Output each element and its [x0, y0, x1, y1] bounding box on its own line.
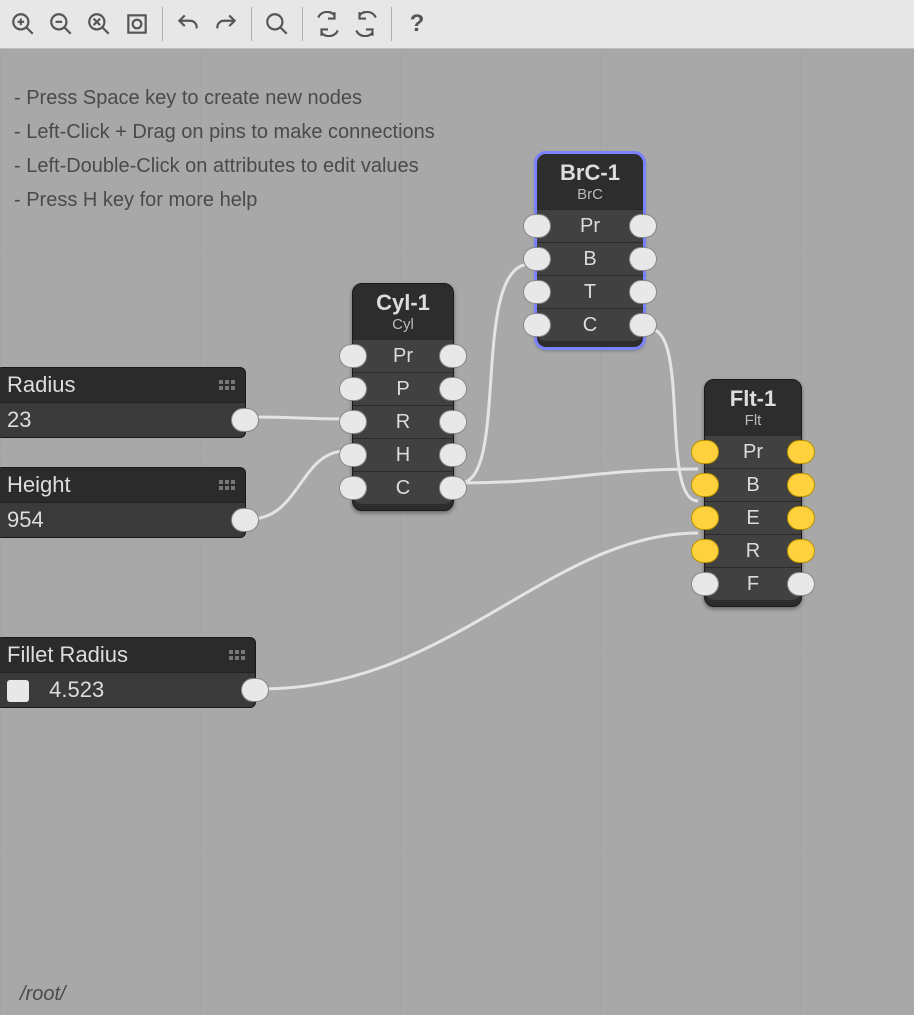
slider-knob-icon[interactable]: [7, 680, 29, 702]
pin-out[interactable]: [787, 506, 815, 530]
node-flt-title: Flt-1: [705, 380, 801, 412]
node-flt-row-pr[interactable]: Pr: [705, 435, 801, 468]
node-brc-row-c[interactable]: C: [537, 308, 643, 341]
node-cyl-subtitle: Cyl: [353, 316, 453, 339]
undo-icon[interactable]: [171, 7, 205, 41]
param-fillet-label: Fillet Radius: [7, 642, 128, 668]
param-height[interactable]: Height 954: [0, 467, 246, 538]
node-flt-row-b[interactable]: B: [705, 468, 801, 501]
pin-in[interactable]: [523, 313, 551, 337]
pin-in[interactable]: [339, 377, 367, 401]
pin-out[interactable]: [629, 247, 657, 271]
drag-grip-icon[interactable]: [219, 480, 235, 490]
param-fillet-out-pin[interactable]: [241, 678, 269, 702]
pin-out[interactable]: [439, 377, 467, 401]
pin-in[interactable]: [691, 440, 719, 464]
drag-grip-icon[interactable]: [219, 380, 235, 390]
node-cyl-title: Cyl-1: [353, 284, 453, 316]
param-height-out-pin[interactable]: [231, 508, 259, 532]
help-icon[interactable]: ?: [400, 7, 434, 41]
param-radius-label: Radius: [7, 372, 75, 398]
pin-in[interactable]: [339, 443, 367, 467]
param-height-label: Height: [7, 472, 71, 498]
pin-out[interactable]: [439, 443, 467, 467]
node-cyl-row-p[interactable]: P: [353, 372, 453, 405]
node-flt[interactable]: Flt-1 Flt Pr B E R F: [704, 379, 802, 607]
node-flt-row-f[interactable]: F: [705, 567, 801, 600]
node-brc-row-pr[interactable]: Pr: [537, 209, 643, 242]
refresh-up-icon[interactable]: [349, 7, 383, 41]
node-brc-subtitle: BrC: [537, 186, 643, 209]
node-brc[interactable]: BrC-1 BrC Pr B T C: [536, 153, 644, 348]
pin-in[interactable]: [523, 280, 551, 304]
pin-out[interactable]: [629, 214, 657, 238]
pin-in[interactable]: [523, 214, 551, 238]
node-cyl-row-r[interactable]: R: [353, 405, 453, 438]
param-radius[interactable]: Radius 23: [0, 367, 246, 438]
pin-in[interactable]: [691, 572, 719, 596]
node-brc-row-b[interactable]: B: [537, 242, 643, 275]
pin-in[interactable]: [691, 506, 719, 530]
param-height-value[interactable]: 954: [0, 502, 245, 537]
pin-out[interactable]: [787, 572, 815, 596]
search-icon[interactable]: [260, 7, 294, 41]
pin-out[interactable]: [787, 539, 815, 563]
node-flt-row-r[interactable]: R: [705, 534, 801, 567]
redo-icon[interactable]: [209, 7, 243, 41]
param-radius-out-pin[interactable]: [231, 408, 259, 432]
pin-out[interactable]: [629, 280, 657, 304]
pin-in[interactable]: [339, 476, 367, 500]
zoom-in-icon[interactable]: [6, 7, 40, 41]
pin-out[interactable]: [787, 440, 815, 464]
node-flt-row-e[interactable]: E: [705, 501, 801, 534]
param-fillet-value[interactable]: 4.523: [0, 672, 255, 707]
pin-out[interactable]: [439, 476, 467, 500]
pin-out[interactable]: [439, 410, 467, 434]
pin-in[interactable]: [523, 247, 551, 271]
node-cyl-row-pr[interactable]: Pr: [353, 339, 453, 372]
path-label: /root/: [20, 983, 66, 1006]
pin-out[interactable]: [629, 313, 657, 337]
node-cyl-row-c[interactable]: C: [353, 471, 453, 504]
node-cyl[interactable]: Cyl-1 Cyl Pr P R H C: [352, 283, 454, 511]
param-radius-value[interactable]: 23: [0, 402, 245, 437]
pin-in[interactable]: [339, 410, 367, 434]
zoom-fit-icon[interactable]: [120, 7, 154, 41]
node-cyl-row-h[interactable]: H: [353, 438, 453, 471]
help-text: Press Space key to create new nodes Left…: [14, 81, 435, 217]
pin-in[interactable]: [339, 344, 367, 368]
pin-out[interactable]: [787, 473, 815, 497]
node-flt-subtitle: Flt: [705, 412, 801, 435]
toolbar: ?: [0, 0, 914, 49]
node-canvas[interactable]: Press Space key to create new nodes Left…: [0, 49, 914, 1015]
drag-grip-icon[interactable]: [229, 650, 245, 660]
refresh-down-icon[interactable]: [311, 7, 345, 41]
node-brc-row-t[interactable]: T: [537, 275, 643, 308]
zoom-out-icon[interactable]: [44, 7, 78, 41]
pin-in[interactable]: [691, 539, 719, 563]
node-brc-title: BrC-1: [537, 154, 643, 186]
pin-in[interactable]: [691, 473, 719, 497]
pin-out[interactable]: [439, 344, 467, 368]
zoom-reset-icon[interactable]: [82, 7, 116, 41]
param-fillet[interactable]: Fillet Radius 4.523: [0, 637, 256, 708]
